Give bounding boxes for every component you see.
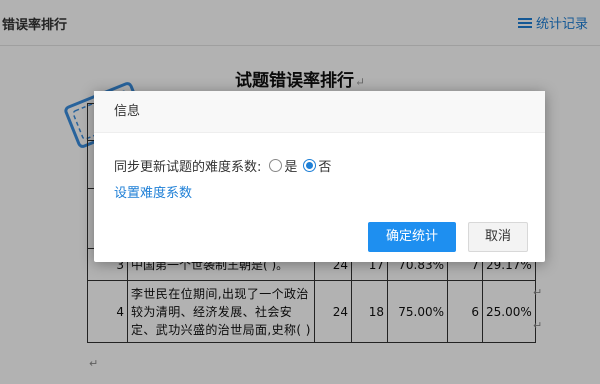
cancel-button[interactable]: 取消	[468, 222, 528, 252]
info-dialog: 信息 同步更新试题的难度系数: 是 否 设置难度系数 确定统计 取消	[94, 91, 545, 262]
dialog-title: 信息	[94, 91, 545, 133]
radio-yes-label[interactable]: 是	[284, 156, 297, 175]
confirm-statistics-button[interactable]: 确定统计	[368, 222, 456, 252]
radio-no-label[interactable]: 否	[318, 156, 331, 175]
difficulty-sync-label: 同步更新试题的难度系数:	[114, 159, 262, 175]
dialog-body: 同步更新试题的难度系数: 是 否 设置难度系数	[94, 133, 545, 201]
radio-yes[interactable]	[269, 158, 283, 172]
set-difficulty-link[interactable]: 设置难度系数	[114, 182, 192, 201]
difficulty-sync-option: 同步更新试题的难度系数: 是 否	[114, 156, 545, 175]
radio-no[interactable]	[303, 158, 317, 172]
